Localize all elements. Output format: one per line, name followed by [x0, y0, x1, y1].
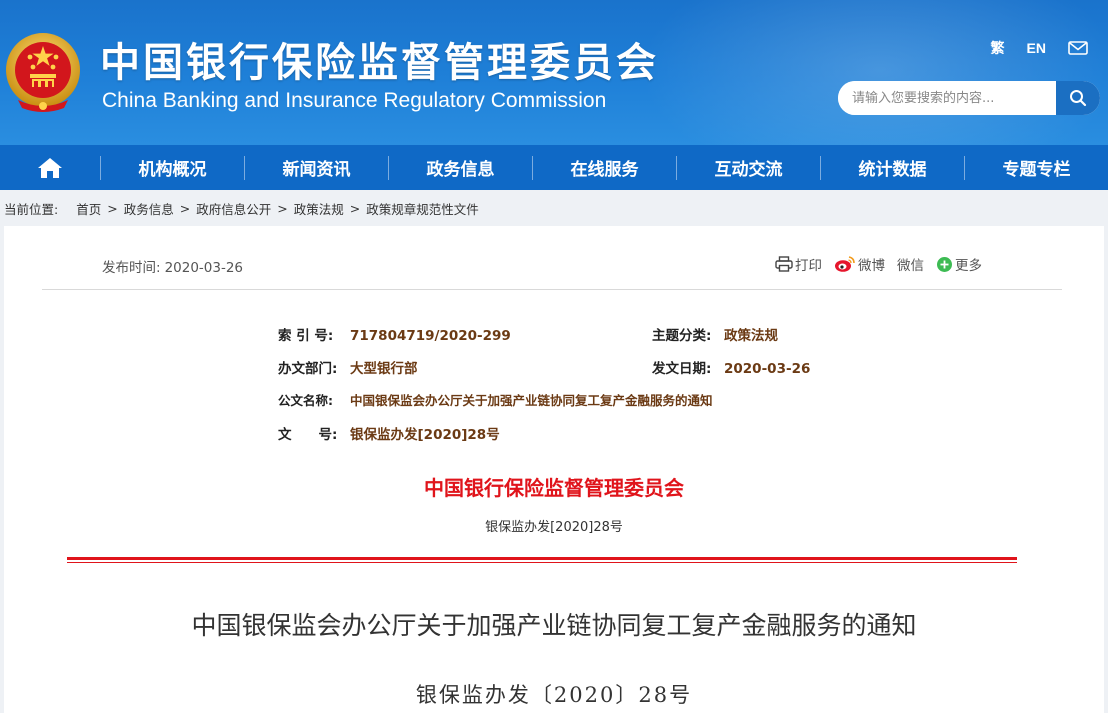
breadcrumb: 当前位置: 首页 > 政务信息 > 政府信息公开 > 政策法规 > 政策规章规范… [0, 190, 1108, 226]
site-title-en: China Banking and Insurance Regulatory C… [102, 89, 607, 112]
nav-item-statistics[interactable]: 统计数据 [821, 145, 964, 190]
header-sheen [620, 0, 1108, 145]
print-button[interactable]: 打印 [775, 254, 822, 274]
article-meta-row: 发布时间: 2020-03-26 打印 微博 微信 更多 [42, 226, 1062, 290]
nav-item-interaction[interactable]: 互动交流 [677, 145, 820, 190]
nav-item-news[interactable]: 新闻资讯 [245, 145, 388, 190]
info-document-name-value: 中国银保监会办公厅关于加强产业链协同复工复产金融服务的通知 [350, 393, 713, 408]
info-department-key: 办文部门: [278, 361, 338, 377]
article-content: 发布时间: 2020-03-26 打印 微博 微信 更多 索 引 号: 7178… [4, 226, 1104, 713]
search-input[interactable] [838, 81, 1056, 115]
document-number-small: 银保监办发[2020]28号 [485, 520, 623, 535]
breadcrumb-normative-documents[interactable]: 政策规章规范性文件 [366, 199, 479, 218]
main-nav: 机构概况 新闻资讯 政务信息 在线服务 互动交流 统计数据 专题专栏 [0, 145, 1108, 190]
weibo-label: 微博 [858, 258, 885, 274]
search-box [838, 81, 1100, 115]
mail-icon[interactable] [1068, 41, 1088, 55]
red-divider-thick [67, 557, 1017, 560]
info-issue-date-key: 发文日期: [652, 361, 712, 377]
search-button[interactable] [1056, 81, 1100, 115]
breadcrumb-label: 当前位置: [4, 201, 59, 217]
issuing-organization-title: 中国银行保险监督管理委员会 [424, 476, 684, 500]
breadcrumb-separator: > [179, 200, 191, 216]
share-bar: 打印 微博 微信 更多 [775, 254, 982, 274]
info-issue-date: 发文日期: 2020-03-26 [652, 357, 810, 377]
info-document-number-value: 银保监办发[2020]28号 [350, 427, 500, 443]
nav-item-online-services[interactable]: 在线服务 [533, 145, 676, 190]
breadcrumb-info-disclosure[interactable]: 政府信息公开 [196, 199, 271, 218]
publish-date: 发布时间: 2020-03-26 [102, 256, 243, 276]
breadcrumb-separator: > [107, 200, 118, 216]
breadcrumb-separator: > [277, 200, 288, 216]
nav-item-government-info[interactable]: 政务信息 [389, 145, 532, 190]
weibo-share[interactable]: 微博 [834, 254, 885, 274]
breadcrumb-policy-regulations[interactable]: 政策法规 [294, 199, 344, 218]
info-document-number-key: 文 号: [278, 427, 338, 443]
more-share[interactable]: 更多 [936, 254, 982, 274]
weibo-icon [835, 256, 855, 272]
nav-home[interactable] [0, 145, 100, 190]
red-divider-thin [67, 562, 1017, 563]
traditional-chinese-link[interactable]: 繁 [991, 38, 1005, 58]
info-document-name-key: 公文名称: [278, 393, 333, 408]
more-label: 更多 [955, 258, 982, 274]
national-emblem-icon[interactable] [4, 30, 82, 114]
info-document-name: 公文名称: 中国银保监会办公厅关于加强产业链协同复工复产金融服务的通知 [278, 390, 713, 409]
document-number: 银保监办发〔2020〕28号 [415, 683, 693, 707]
site-header: 中国银行保险监督管理委员会 China Banking and Insuranc… [0, 0, 1108, 145]
info-topic-key: 主题分类: [652, 328, 712, 344]
home-icon [38, 157, 62, 178]
nav-item-about[interactable]: 机构概况 [101, 145, 244, 190]
breadcrumb-home[interactable]: 首页 [76, 199, 101, 218]
top-links: 繁 EN [991, 38, 1088, 58]
info-index-number: 索 引 号: 717804719/2020-299 [278, 324, 511, 344]
search-icon [1070, 90, 1087, 107]
info-topic: 主题分类: 政策法规 [652, 324, 778, 344]
breadcrumb-separator: > [349, 200, 361, 216]
english-link[interactable]: EN [1027, 40, 1046, 56]
info-department: 办文部门: 大型银行部 [278, 357, 418, 377]
wechat-label: 微信 [897, 258, 924, 274]
publish-date-label: 发布时间: [102, 260, 161, 276]
plus-circle-icon [937, 256, 952, 272]
info-index-key: 索 引 号: [278, 328, 334, 344]
info-index-value: 717804719/2020-299 [350, 328, 511, 344]
info-department-value: 大型银行部 [350, 361, 418, 377]
publish-date-value: 2020-03-26 [164, 260, 244, 276]
printer-icon [775, 256, 793, 272]
site-title-cn: 中国银行保险监督管理委员会 [100, 40, 659, 86]
document-title: 中国银保监会办公厅关于加强产业链协同复工复产金融服务的通知 [191, 611, 917, 640]
info-document-number: 文 号: 银保监办发[2020]28号 [278, 423, 500, 443]
wechat-share[interactable]: 微信 [897, 254, 924, 274]
info-topic-value: 政策法规 [724, 328, 778, 344]
nav-item-special-topics[interactable]: 专题专栏 [965, 145, 1108, 190]
info-issue-date-value: 2020-03-26 [724, 361, 811, 377]
print-label: 打印 [795, 258, 822, 274]
breadcrumb-government-info[interactable]: 政务信息 [124, 199, 174, 218]
